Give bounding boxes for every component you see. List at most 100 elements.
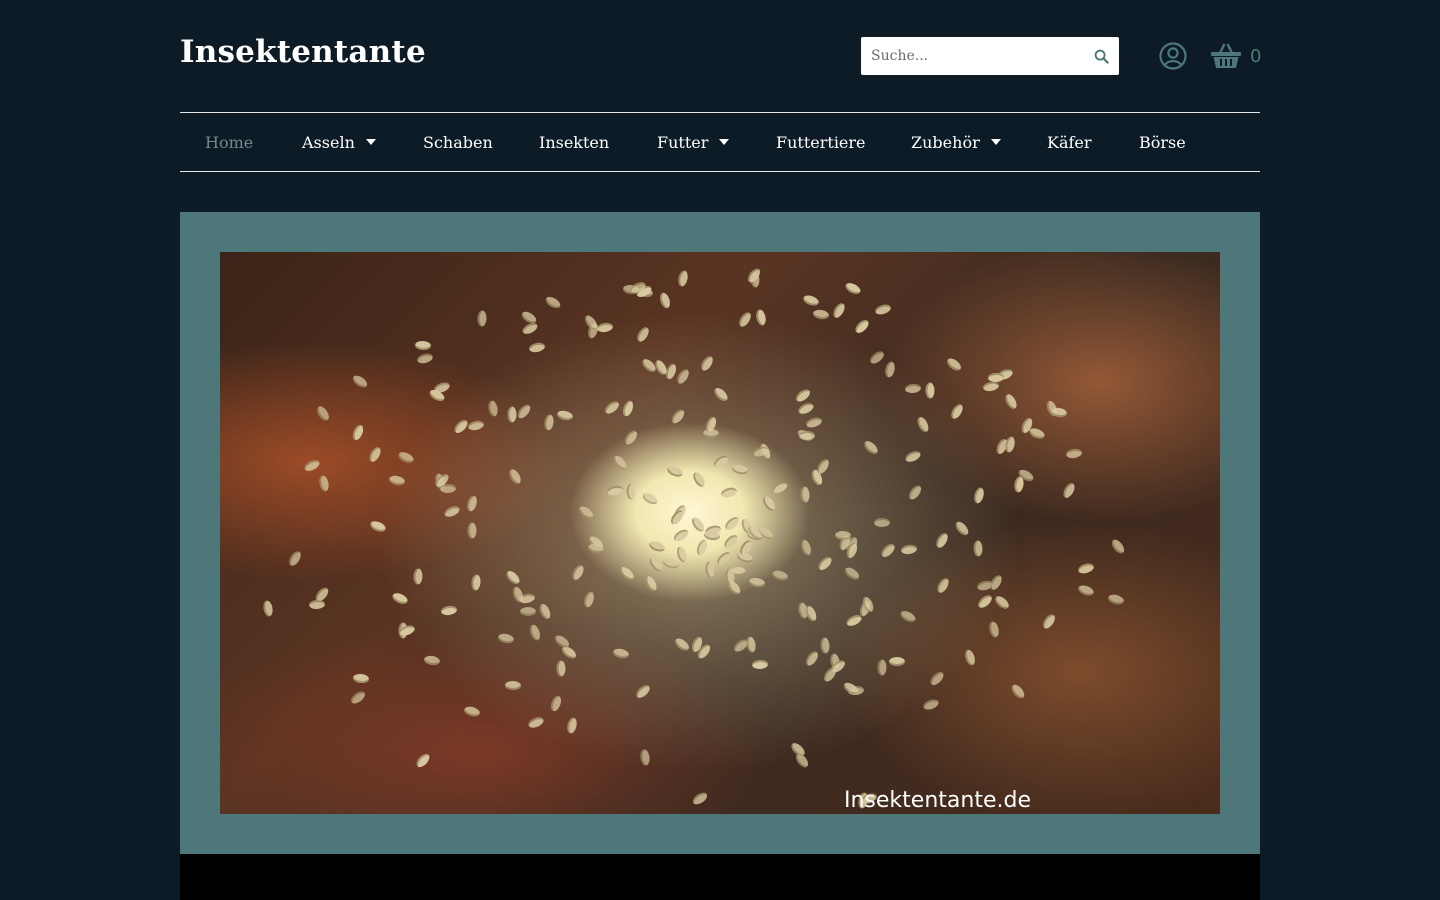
isopod-shape xyxy=(576,504,595,522)
isopod-shape xyxy=(1107,592,1126,606)
isopod-shape xyxy=(915,415,931,434)
isopod-shape xyxy=(612,647,630,661)
isopod-shape xyxy=(987,573,1004,592)
isopod-shape xyxy=(528,623,542,642)
isopod-shape xyxy=(843,564,862,582)
content-section-dark xyxy=(180,854,1260,900)
isopod-shape xyxy=(803,604,819,623)
isopod-shape xyxy=(831,301,847,321)
isopod-shape xyxy=(799,485,810,503)
isopod-shape xyxy=(314,404,332,423)
isopod-shape xyxy=(262,600,275,618)
isopod-shape xyxy=(582,590,596,609)
isopod-shape xyxy=(906,482,924,502)
isopod-shape xyxy=(695,538,710,557)
isopod-shape xyxy=(617,564,636,583)
isopod-shape xyxy=(626,483,636,500)
isopod-shape xyxy=(1077,583,1096,598)
isopod-shape xyxy=(748,576,766,589)
isopod-shape xyxy=(397,450,416,465)
basket-icon xyxy=(1211,43,1241,68)
isopod-shape xyxy=(944,356,963,374)
isopod-shape xyxy=(711,385,730,404)
account-button[interactable] xyxy=(1159,42,1187,70)
isopod-shape xyxy=(543,413,555,432)
isopod-shape xyxy=(1050,406,1069,419)
isopod-shape xyxy=(648,539,667,554)
isopod-shape xyxy=(798,430,816,440)
nav-item-kaefer[interactable]: Käfer xyxy=(1047,113,1092,171)
isopod-shape xyxy=(1002,392,1019,411)
isopod-shape xyxy=(711,453,730,470)
isopod-shape xyxy=(801,293,820,308)
nav-item-label: Futtertiere xyxy=(776,132,866,152)
isopod-shape xyxy=(596,321,614,334)
isopod-shape xyxy=(1013,475,1025,493)
isopod-shape xyxy=(543,294,563,311)
nav-item-home[interactable]: Home xyxy=(205,113,253,171)
nav-item-schaben[interactable]: Schaben xyxy=(423,113,493,171)
hero-frame: Insektentante.de xyxy=(180,212,1260,854)
isopod-shape xyxy=(640,490,660,507)
isopod-shape xyxy=(879,542,898,560)
isopod-shape xyxy=(1076,562,1095,576)
nav-item-asseln[interactable]: Asseln xyxy=(302,113,376,171)
isopod-shape xyxy=(719,485,738,499)
isopod-shape xyxy=(770,479,790,495)
isopod-shape xyxy=(504,680,522,691)
isopod-shape xyxy=(611,453,629,471)
isopod-shape xyxy=(814,457,832,476)
isopod-shape xyxy=(672,635,692,653)
isopod-shape xyxy=(633,682,652,701)
isopod-shape xyxy=(537,602,553,621)
isopod-shape xyxy=(852,317,871,336)
isopod-shape xyxy=(812,309,830,321)
isopod-shape xyxy=(639,748,651,766)
isopod-shape xyxy=(622,428,640,447)
isopod-shape xyxy=(975,593,994,611)
isopod-shape xyxy=(669,407,687,426)
isopod-shape xyxy=(466,522,477,539)
isopod-shape xyxy=(867,348,886,366)
isopod-shape xyxy=(982,381,1000,393)
nav-item-boerse[interactable]: Börse xyxy=(1139,113,1186,171)
isopod-shape xyxy=(350,423,365,443)
isopod-shape xyxy=(526,715,545,731)
isopod-shape xyxy=(413,568,423,585)
isopod-shape xyxy=(988,621,1001,639)
nav-item-insekten[interactable]: Insekten xyxy=(539,113,609,171)
caret-down-icon xyxy=(719,139,730,145)
isopod-shape xyxy=(465,494,479,513)
isopod-shape xyxy=(752,659,769,670)
isopod-shape xyxy=(928,669,946,688)
isopod-shape xyxy=(1110,537,1127,556)
isopod-shape xyxy=(366,445,383,464)
isopod-shape xyxy=(570,563,587,582)
isopod-shape xyxy=(368,519,387,534)
site-title[interactable]: Insektentante xyxy=(180,34,426,70)
search-input[interactable] xyxy=(861,37,1081,75)
isopod-shape xyxy=(797,400,816,416)
nav-item-label: Schaben xyxy=(423,132,493,152)
isopod-shape xyxy=(903,449,922,464)
isopod-shape xyxy=(731,463,749,476)
isopod-shape xyxy=(816,554,835,573)
nav-item-label: Zubehör xyxy=(911,132,980,152)
isopod-shape xyxy=(416,351,435,365)
nav-item-futter[interactable]: Futter xyxy=(657,113,730,171)
isopod-shape xyxy=(898,608,917,625)
isopod-shape xyxy=(471,574,482,592)
isopod-shape xyxy=(415,340,432,351)
cart-button[interactable]: 0 xyxy=(1210,40,1261,72)
search-icon xyxy=(1094,49,1109,64)
nav-item-futtertiere[interactable]: Futtertiere xyxy=(776,113,866,171)
isopod-shape xyxy=(904,383,922,394)
isopod-shape xyxy=(925,382,936,399)
isopod-shape xyxy=(843,281,863,297)
isopod-shape xyxy=(467,418,486,432)
search-button[interactable] xyxy=(1083,37,1119,75)
nav-item-zubehoer[interactable]: Zubehör xyxy=(911,113,1001,171)
isopod-shape xyxy=(935,576,952,595)
isopod-shape xyxy=(953,519,971,538)
isopod-shape xyxy=(668,508,686,527)
